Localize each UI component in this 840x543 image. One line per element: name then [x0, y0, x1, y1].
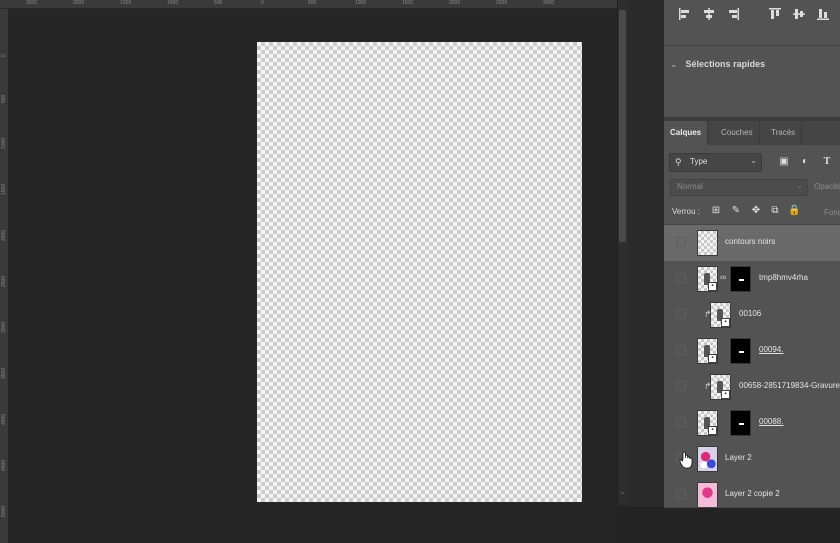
blend-mode-label: Normal: [677, 182, 703, 191]
ruler-tick-label: 2500: [1, 275, 7, 287]
layer-thumbnail: ▪: [697, 410, 718, 436]
layer-thumbnail: ▪: [710, 374, 731, 400]
ruler-tick-label: 3000: [1, 321, 7, 333]
chevron-down-icon[interactable]: ⌄: [670, 59, 678, 70]
ruler-tick-label: 500: [1, 94, 7, 103]
tab-couches[interactable]: Couches: [715, 121, 760, 145]
layer-mask-thumbnail[interactable]: [730, 266, 751, 292]
visibility-toggle[interactable]: [676, 345, 686, 355]
scrollbar-thumb[interactable]: [619, 10, 626, 242]
layer-name[interactable]: 00106: [739, 309, 761, 318]
ruler-tick-label: 4500: [1, 459, 7, 471]
lock-artboard-icon[interactable]: ⧉: [769, 205, 781, 217]
link-icon[interactable]: ∞: [720, 272, 726, 282]
visibility-toggle[interactable]: [676, 489, 686, 499]
layer-thumbnail: ▪: [697, 338, 718, 364]
ruler-tick-label: 2000: [1, 229, 7, 241]
lock-all-icon[interactable]: 🔒: [788, 205, 800, 217]
ruler-tick-label: 2500: [496, 0, 508, 6]
ruler-tick-label: 2500: [26, 0, 38, 6]
scroll-down-arrow-icon[interactable]: ⌄: [619, 488, 626, 496]
align-right-icon[interactable]: [726, 7, 740, 21]
ruler-tick-label: 2000: [73, 0, 85, 6]
lock-paint-icon[interactable]: ✎: [730, 205, 742, 217]
align-bottom-icon[interactable]: [816, 7, 830, 21]
visibility-toggle[interactable]: [676, 381, 686, 391]
layer-row[interactable]: Layer 2 copie 2: [664, 477, 840, 508]
layer-name[interactable]: 00088.: [759, 417, 783, 426]
quick-selections-header[interactable]: ⌄ Sélections rapides: [670, 59, 765, 70]
align-toolbar: [664, 0, 840, 30]
layer-row[interactable]: ↱ ▪ 00658-2851719834-Gravure: [664, 369, 840, 406]
layers-tab-bar: Calques Couches Tracés: [664, 121, 840, 145]
type-filter-icon[interactable]: T: [820, 155, 834, 169]
ruler-tick-label: 1000: [355, 0, 367, 6]
opacity-label: Opacité: [814, 182, 840, 191]
image-filter-icon[interactable]: ▣: [777, 155, 791, 169]
quick-selections-label: Sélections rapides: [685, 59, 766, 69]
left-ruler: 0 500 1000 1500 2000 2500 3000 3500 4000 4500 5000: [0, 9, 8, 543]
layer-name[interactable]: tmp8hmv4rha: [759, 273, 808, 282]
visibility-toggle[interactable]: [676, 417, 686, 427]
layer-thumbnail: ▪: [697, 266, 718, 292]
layer-thumbnail: [697, 446, 718, 472]
tab-calques[interactable]: Calques: [664, 121, 709, 145]
ruler-tick-label: 1000: [167, 0, 179, 6]
layer-name[interactable]: Layer 2 copie 2: [725, 489, 780, 498]
align-top-icon[interactable]: [768, 7, 782, 21]
top-ruler: 2500 2000 1500 1000 500 0 500 1000 1500 2000 2500 3…: [0, 0, 617, 9]
ruler-tick-label: 500: [308, 0, 317, 6]
layer-thumbnail: ▪: [710, 302, 731, 328]
chevron-down-icon: ⌄: [796, 181, 803, 190]
ruler-tick-label: 3500: [1, 367, 7, 379]
panel-dock-separator: [628, 0, 665, 507]
ruler-tick-label: 3000: [543, 0, 555, 6]
layer-filter-select[interactable]: ⚲ Type ⌄: [669, 153, 762, 172]
document-canvas[interactable]: [257, 42, 582, 502]
align-hcenter-icon[interactable]: [702, 7, 716, 21]
layer-name[interactable]: Layer 2: [725, 453, 752, 462]
adjustment-filter-icon[interactable]: ◐: [798, 155, 812, 169]
lock-position-icon[interactable]: ✥: [750, 205, 762, 217]
layer-name[interactable]: contours noirs: [725, 237, 775, 246]
layer-row[interactable]: contours noirs: [664, 225, 840, 262]
ruler-tick-label: 1500: [120, 0, 132, 6]
ruler-tick-label: 1500: [1, 183, 7, 195]
ruler-tick-label: 1500: [402, 0, 414, 6]
layer-row[interactable]: ↱ ▪ 00106: [664, 297, 840, 334]
lock-transparency-icon[interactable]: ⊞: [710, 205, 722, 217]
chevron-down-icon: ⌄: [750, 156, 757, 165]
layer-thumbnail: [697, 482, 718, 507]
layer-name[interactable]: 00094.: [759, 345, 783, 354]
bottom-strip: [617, 507, 840, 543]
filter-label: Type: [690, 157, 708, 166]
ruler-tick-label: 1000: [1, 137, 7, 149]
visibility-toggle[interactable]: [676, 273, 686, 283]
blend-mode-select[interactable]: Normal ⌄: [670, 179, 808, 196]
lock-label: Verrou :: [672, 207, 701, 216]
ruler-tick-label: 0: [261, 0, 264, 6]
visibility-toggle[interactable]: [676, 237, 686, 247]
layer-row[interactable]: ▪ 00094.: [664, 333, 840, 370]
tab-traces[interactable]: Tracés: [765, 121, 803, 145]
align-vcenter-icon[interactable]: [792, 7, 806, 21]
layer-mask-thumbnail[interactable]: [730, 410, 751, 436]
ruler-tick-label: 5000: [1, 505, 7, 517]
visibility-toggle[interactable]: [676, 309, 686, 319]
ruler-tick-label: 2000: [449, 0, 461, 6]
ruler-tick-label: 500: [214, 0, 223, 6]
fill-label: Fond: [824, 208, 840, 217]
panel-divider: [664, 45, 840, 46]
layer-row[interactable]: ▪ ∞ tmp8hmv4rha: [664, 261, 840, 298]
layer-mask-thumbnail[interactable]: [730, 338, 751, 364]
search-icon: ⚲: [675, 157, 682, 167]
ruler-tick-label: 4000: [1, 413, 7, 425]
layer-thumbnail: [697, 230, 718, 256]
align-left-icon[interactable]: [678, 7, 692, 21]
hand-cursor-icon: [679, 451, 693, 469]
layer-name[interactable]: 00658-2851719834-Gravure: [739, 381, 840, 390]
ruler-tick-label: 0: [1, 54, 7, 57]
layer-row[interactable]: ▪ 00088.: [664, 405, 840, 442]
